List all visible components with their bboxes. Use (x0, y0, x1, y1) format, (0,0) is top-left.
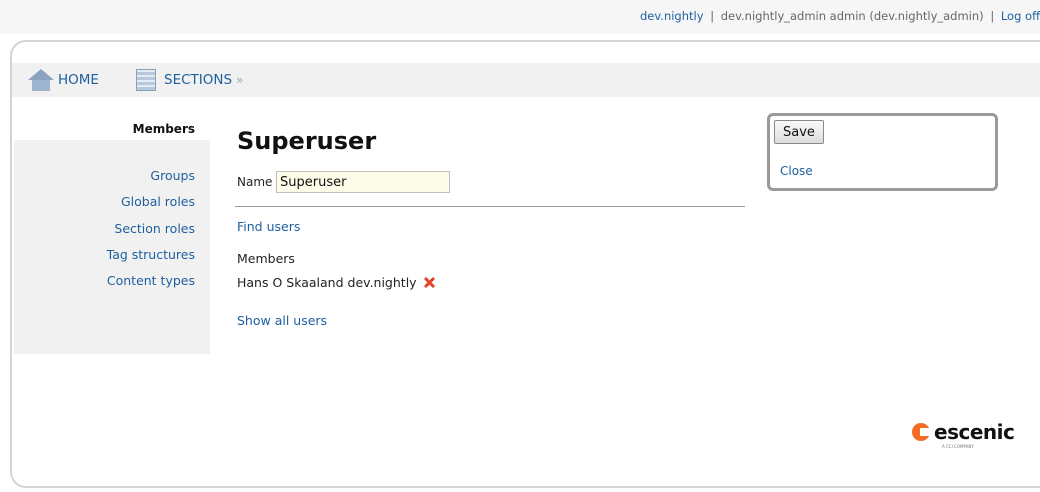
logo-subtext: A CCI COMPANY (942, 444, 974, 449)
user-info: dev.nightly_admin admin (dev.nightly_adm… (720, 9, 984, 23)
sidebar-item-members[interactable]: Members (14, 118, 210, 140)
logo-mark-icon (912, 423, 930, 441)
members-heading: Members (237, 251, 295, 266)
home-icon (28, 69, 54, 91)
member-item: Hans O Skaaland dev.nightly (237, 275, 436, 290)
sidebar-item-groups[interactable]: Groups (150, 168, 195, 183)
sidebar-item-tag-structures[interactable]: Tag structures (107, 247, 195, 262)
user-info-row: dev.nightly | dev.nightly_admin admin (d… (640, 9, 1040, 23)
nav-home-label[interactable]: HOME (58, 72, 99, 88)
save-button[interactable]: Save (774, 120, 824, 144)
logo-text: escenic (934, 420, 1015, 444)
sidebar-item-global-roles[interactable]: Global roles (121, 194, 195, 209)
nav-home[interactable]: HOME (28, 63, 99, 97)
logoff-link[interactable]: Log off (1001, 9, 1040, 23)
show-all-users-link[interactable]: Show all users (237, 313, 327, 328)
close-link[interactable]: Close (780, 164, 813, 178)
escenic-logo: escenic A CCI COMPANY (912, 420, 1015, 449)
separator: | (990, 9, 995, 23)
remove-member-icon[interactable] (423, 276, 436, 289)
name-field[interactable] (276, 171, 450, 193)
nav-sections-label[interactable]: SECTIONS (164, 72, 232, 88)
name-label: Name (237, 175, 273, 189)
top-user-bar: dev.nightly | dev.nightly_admin admin (d… (0, 0, 1040, 34)
separator: | (710, 9, 715, 23)
sidebar-item-content-types[interactable]: Content types (107, 273, 195, 288)
member-name: Hans O Skaaland dev.nightly (237, 275, 417, 290)
divider (235, 206, 745, 207)
navigation-bar: HOME SECTIONS » (12, 63, 1040, 97)
find-users-link[interactable]: Find users (237, 219, 300, 234)
page-title: Superuser (237, 127, 377, 155)
sections-icon (136, 69, 156, 91)
action-panel: Save Close (767, 113, 998, 191)
current-site-link[interactable]: dev.nightly (640, 9, 704, 23)
sidebar-item-section-roles[interactable]: Section roles (114, 221, 195, 236)
nav-sections[interactable]: SECTIONS » (136, 63, 243, 97)
sidebar: Members Groups Global roles Section role… (14, 118, 210, 354)
breadcrumb-separator: » (236, 73, 244, 87)
